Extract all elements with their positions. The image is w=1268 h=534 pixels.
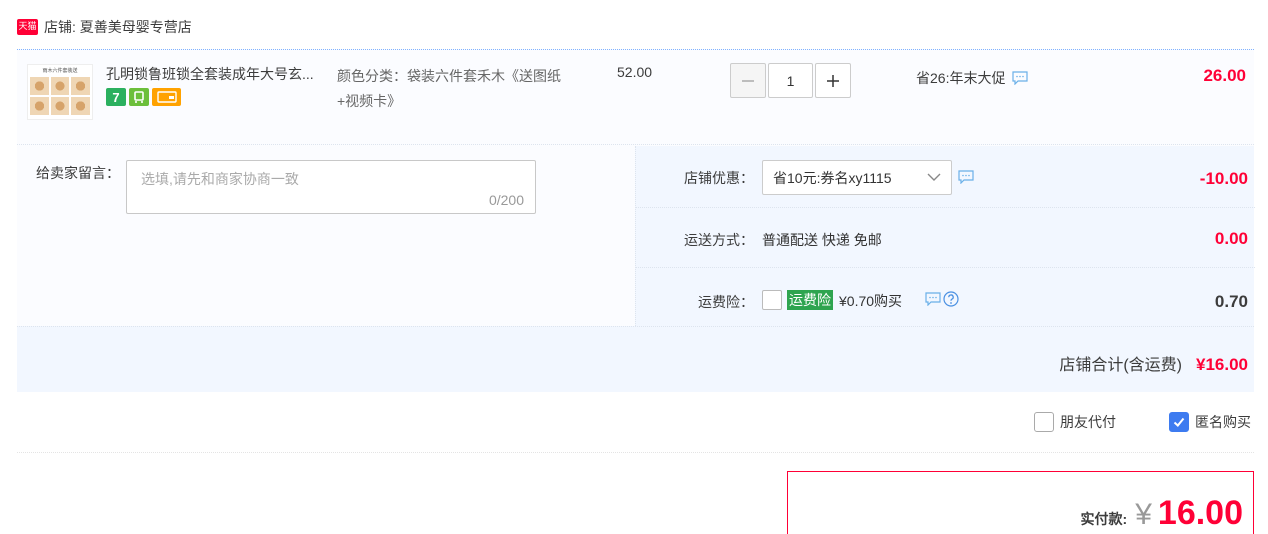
message-char-count: 0/200 <box>488 192 524 208</box>
shipping-row: 运送方式： 普通配送 快递 免邮 0.00 <box>636 208 1255 268</box>
item-total-price: 26.00 <box>1203 66 1246 85</box>
shop-header: 天猫 店铺: 夏善美母婴专营店 <box>17 16 192 38</box>
anonymous-buy-checkbox[interactable] <box>1169 412 1189 432</box>
message-label: 给卖家留言： <box>36 165 120 181</box>
anonymous-buy-label: 匿名购买 <box>1195 414 1251 430</box>
coupon-row: 店铺优惠： 省10元:券名xy1115 -10.00 <box>636 146 1255 208</box>
quality-cert-icon[interactable] <box>129 88 149 106</box>
payment-summary-box: 实付款: ¥ 16.00 <box>787 471 1254 534</box>
message-input[interactable] <box>127 161 535 213</box>
thumbnail-puzzle-image <box>71 97 90 115</box>
payment-amount: 16.00 <box>1157 494 1243 532</box>
shipping-method: 普通配送 快递 免邮 <box>762 232 882 248</box>
quantity-decrease-button[interactable] <box>730 63 766 98</box>
plus-icon <box>827 74 839 87</box>
shop-subtotal: 店铺合计(含运费) ¥16.00 <box>1059 351 1248 375</box>
thumbnail-image-grid <box>30 77 90 115</box>
order-box: 雨木六件套装送 孔明锁鲁班锁全套装成年大号玄... 7 颜色分类：袋装六件套禾木… <box>17 49 1255 392</box>
insurance-price: ¥0.70购买 <box>839 293 903 309</box>
friend-pay-label: 朋友代付 <box>1060 414 1116 430</box>
insurance-value: 0.70 <box>1214 292 1248 311</box>
checkmark-icon <box>1173 417 1185 427</box>
thumbnail-puzzle-image <box>50 97 70 115</box>
chat-bubble-icon[interactable] <box>958 170 974 187</box>
insurance-tag: 运费险 <box>787 290 833 310</box>
sku-description: 颜色分类：袋装六件套禾木《送图纸+视频卡》 <box>337 68 561 109</box>
minus-icon <box>742 79 754 82</box>
quantity-increase-button[interactable] <box>815 63 851 98</box>
anonymous-buy-option[interactable]: 匿名购买 <box>1169 412 1251 432</box>
insurance-checkbox[interactable] <box>762 290 782 310</box>
friend-pay-option[interactable]: 朋友代付 <box>1034 412 1116 432</box>
chevron-down-icon <box>927 170 941 187</box>
seven-day-return-icon[interactable]: 7 <box>106 88 126 106</box>
coupon-label: 店铺优惠： <box>684 170 754 186</box>
quantity-stepper <box>730 63 851 98</box>
quantity-input[interactable] <box>768 63 813 98</box>
shipping-label: 运送方式： <box>684 232 754 248</box>
order-item-row: 雨木六件套装送 孔明锁鲁班锁全套装成年大号玄... 7 颜色分类：袋装六件套禾木… <box>17 50 1254 145</box>
payment-options-row: 朋友代付 匿名购买 <box>17 393 1254 453</box>
insurance-icons <box>925 291 959 310</box>
chat-bubble-icon[interactable] <box>1012 71 1029 88</box>
shop-subtotal-row: 店铺合计(含运费) ¥16.00 <box>17 326 1254 392</box>
payment-total: 实付款: ¥ 16.00 <box>1081 494 1243 533</box>
order-details-panel: 店铺优惠： 省10元:券名xy1115 -10.00 运送方式： 普通配送 快递… <box>635 146 1255 326</box>
coupon-selected-value: 省10元:券名xy1115 <box>773 169 892 186</box>
thumbnail-puzzle-image <box>30 97 49 115</box>
insurance-label: 运费险： <box>698 294 754 310</box>
help-question-icon[interactable] <box>943 291 959 310</box>
subtotal-label: 店铺合计(含运费) <box>1059 357 1182 374</box>
friend-pay-checkbox[interactable] <box>1034 412 1054 432</box>
currency-symbol: ¥ <box>1135 498 1152 531</box>
insurance-row: 运费险： 运费险 ¥0.70购买 0.70 <box>636 268 1255 326</box>
chat-bubble-icon[interactable] <box>925 292 941 309</box>
tmall-logo-icon: 天猫 <box>17 19 38 35</box>
service-badges: 7 <box>106 88 181 106</box>
coupon-select[interactable]: 省10元:券名xy1115 <box>762 160 952 195</box>
promotion-text: 省26:年末大促 <box>916 69 1006 86</box>
product-title-link[interactable]: 孔明锁鲁班锁全套装成年大号玄... <box>106 64 314 84</box>
shop-name-link[interactable]: 店铺: 夏善美母婴专营店 <box>44 17 192 37</box>
thumbnail-caption: 雨木六件套装送 <box>42 68 78 74</box>
message-box: 0/200 <box>126 160 536 214</box>
payment-label: 实付款: <box>1080 511 1128 527</box>
promotion-info: 省26:年末大促 <box>916 67 1029 88</box>
message-section: 给卖家留言： 0/200 <box>17 146 635 326</box>
coupon-discount-value: -10.00 <box>1199 169 1248 188</box>
thumbnail-puzzle-image <box>50 77 70 95</box>
shipping-fee: 0.00 <box>1214 229 1248 248</box>
unit-price: 52.00 <box>617 64 653 80</box>
subtotal-value: ¥16.00 <box>1196 355 1248 374</box>
credit-card-icon[interactable] <box>152 88 181 106</box>
thumbnail-puzzle-image <box>71 77 90 95</box>
product-thumbnail[interactable]: 雨木六件套装送 <box>27 64 93 120</box>
thumbnail-puzzle-image <box>30 77 49 95</box>
